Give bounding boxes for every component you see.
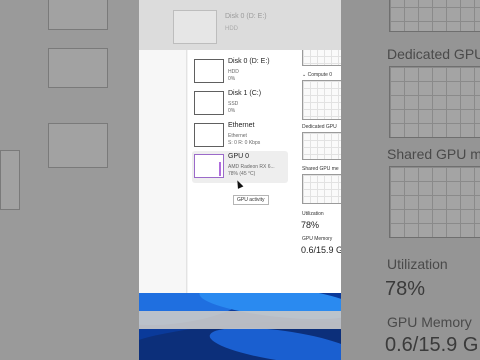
background-gpu-memory-value: 0.6/15.9 G bbox=[385, 334, 479, 356]
shared-gpu-graph bbox=[302, 174, 341, 204]
task-manager-window: Disk 0 (D: E:) HDD Disk 0 (D: E:) HDD 0%… bbox=[139, 0, 341, 293]
utilization-value: 78% bbox=[301, 220, 320, 230]
shared-gpu-label: Shared GPU me bbox=[302, 166, 339, 172]
navigation-pane[interactable] bbox=[139, 50, 187, 293]
device-detail: Ethernet bbox=[228, 133, 247, 139]
background-utilization-label: Utilization bbox=[387, 256, 448, 272]
dedicated-gpu-graph bbox=[302, 132, 341, 160]
device-name: Ethernet bbox=[228, 122, 255, 129]
device-usage: 0% bbox=[228, 108, 236, 114]
tooltip: GPU activity bbox=[233, 195, 269, 205]
desktop-wallpaper bbox=[139, 293, 341, 360]
gpu-memory-label: GPU Memory bbox=[302, 236, 333, 242]
device-name: Disk 0 (D: E:) bbox=[228, 58, 270, 65]
background-graph bbox=[389, 166, 480, 238]
device-usage: 0% bbox=[228, 76, 236, 82]
device-usage: S: 0 R: 0 Kbps bbox=[228, 140, 261, 146]
device-item-ethernet[interactable]: Ethernet Ethernet S: 0 R: 0 Kbps bbox=[192, 120, 288, 152]
gpu-activity-bar bbox=[219, 162, 221, 176]
disk-thumbnail bbox=[173, 10, 217, 44]
background-graph bbox=[389, 66, 480, 138]
device-usage: 78% (45 °C) bbox=[228, 171, 256, 177]
gpu-mini-graph bbox=[194, 154, 224, 178]
background-shared-label: Shared GPU mem bbox=[387, 146, 480, 162]
background-blur-right: Dedicated GPU m Shared GPU mem Utilizati… bbox=[341, 0, 480, 360]
background-graph bbox=[389, 0, 480, 32]
screen: Dedicated GPU m Shared GPU mem Utilizati… bbox=[0, 0, 480, 360]
dedicated-gpu-label: Dedicated GPU bbox=[302, 124, 337, 130]
background-dedicated-label: Dedicated GPU m bbox=[387, 46, 480, 62]
device-name: Disk 1 (C:) bbox=[228, 90, 262, 97]
background-utilization-value: 78% bbox=[385, 278, 426, 300]
device-detail: HDD bbox=[228, 69, 239, 75]
top-strip-sub: HDD bbox=[225, 26, 238, 32]
graph-panel bbox=[302, 50, 341, 66]
device-detail: SSD bbox=[228, 101, 239, 107]
device-name: GPU 0 bbox=[228, 153, 250, 160]
device-list: Disk 0 (D: E:) HDD 0% Disk 1 (C:) SSD 0%… bbox=[188, 50, 300, 293]
mini-graph bbox=[194, 123, 224, 147]
device-detail: AMD Radeon RX 6... bbox=[228, 164, 275, 170]
background-thumbnail bbox=[48, 123, 108, 168]
top-strip-title: Disk 0 (D: E:) bbox=[225, 13, 267, 20]
mini-graph bbox=[194, 91, 224, 115]
gpu-detail-pane: ⌄ Compute 0 Dedicated GPU Shared GPU me … bbox=[300, 50, 341, 293]
background-gpu-memory-label: GPU Memory bbox=[387, 314, 472, 330]
compute-dropdown[interactable]: ⌄ Compute 0 bbox=[302, 72, 332, 78]
mini-graph bbox=[194, 59, 224, 83]
taskbar-blur-band bbox=[139, 311, 341, 329]
compute-graph bbox=[302, 80, 341, 120]
background-thumbnail bbox=[48, 0, 108, 30]
background-blur-left bbox=[0, 0, 139, 360]
utilization-label: Utilization bbox=[302, 211, 324, 217]
background-thumbnail bbox=[0, 150, 20, 210]
top-blurred-strip: Disk 0 (D: E:) HDD bbox=[139, 0, 341, 50]
device-item-disk-1[interactable]: Disk 1 (C:) SSD 0% bbox=[192, 88, 288, 120]
device-item-disk-0[interactable]: Disk 0 (D: E:) HDD 0% bbox=[192, 56, 288, 88]
background-thumbnail bbox=[48, 48, 108, 88]
gpu-memory-value: 0.6/15.9 G bbox=[301, 245, 341, 255]
